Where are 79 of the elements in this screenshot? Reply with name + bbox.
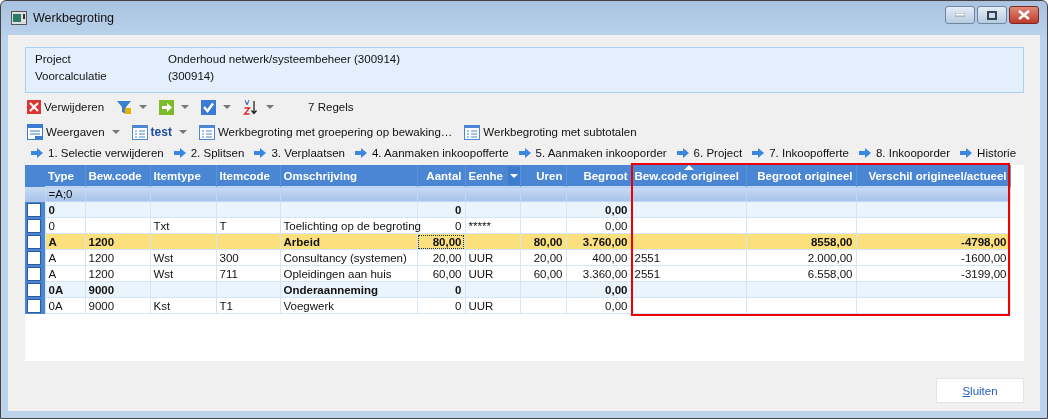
view-button[interactable]: Werkbegroting met subtotalen <box>462 124 639 140</box>
window-title: Werkbegroting <box>33 11 115 25</box>
field-value: (300914) <box>168 70 215 82</box>
column-header[interactable]: Begroot <box>566 165 631 187</box>
delete-icon <box>27 100 41 114</box>
action-link[interactable]: 5. Aanmaken inkooporder <box>518 147 667 159</box>
table-row[interactable]: A 1200 Wst 711 Opleidingen aan huis 60,00 UUR 60,00 3.360,00 2551 6.558,00 -3199,00 <box>25 265 1010 282</box>
arrow-right-icon <box>960 148 973 158</box>
column-header[interactable]: Bew.code origineel <box>631 165 746 187</box>
action-link[interactable]: 8. Inkooporder <box>858 147 951 159</box>
check-button[interactable] <box>199 99 234 115</box>
table-row[interactable]: A 1200 Wst 300 Consultancy (systemen) 20,00 UUR 20,00 400,00 2551 2.000,00 -1600,00 <box>25 249 1010 266</box>
column-header[interactable]: Itemtype <box>150 165 216 187</box>
row-checkbox[interactable] <box>27 250 41 265</box>
maximize-icon <box>987 10 997 20</box>
views-icon <box>27 124 43 140</box>
column-header[interactable]: Aantal <box>417 165 465 187</box>
delete-button[interactable]: Verwijderen <box>25 100 107 114</box>
arrow-right-icon <box>858 148 871 158</box>
field-value: Onderhoud netwerk/systeembeheer (300914) <box>168 53 401 65</box>
sort-indicator-icon <box>683 165 694 170</box>
view-button[interactable]: Werkbegroting met groepering op bewaking… <box>196 124 455 140</box>
arrow-right-icon <box>31 148 43 158</box>
arrow-right-icon <box>173 148 186 158</box>
column-header[interactable]: Itemcode <box>216 165 280 187</box>
arrow-right-icon <box>752 148 765 158</box>
row-checkbox[interactable] <box>27 202 41 217</box>
caret-icon <box>111 130 120 134</box>
close-icon <box>1018 10 1030 20</box>
field-label: Project <box>35 53 72 65</box>
arrow-right-icon <box>676 148 689 158</box>
row-checkbox[interactable] <box>27 266 41 281</box>
action-link[interactable]: Historie <box>960 147 1017 159</box>
filter-icon <box>116 99 133 115</box>
field-label: Voorcalculatie <box>35 70 108 82</box>
row-checkbox[interactable] <box>27 218 41 233</box>
arrow-right-icon <box>354 148 367 158</box>
app-icon <box>11 11 27 25</box>
close-dialog-button[interactable]: Sluiten <box>936 378 1024 403</box>
table-row[interactable]: 0A 9000 Kst T1 Voegwerk 0 UUR 0,00 <box>25 297 1010 314</box>
list-icon <box>198 124 215 140</box>
action-link[interactable]: 1. Selectie verwijderen <box>31 147 164 159</box>
maximize-button[interactable] <box>977 6 1007 24</box>
row-checkbox[interactable] <box>27 282 41 297</box>
column-header[interactable]: Eenhe <box>465 165 520 187</box>
action-link[interactable]: 3. Verplaatsen <box>254 147 345 159</box>
action-link[interactable]: 6. Project <box>676 147 743 159</box>
table-row[interactable]: 0A 9000 Onderaanneming 0 0,00 <box>25 281 1010 298</box>
column-header[interactable]: Omschrijving <box>280 165 417 187</box>
dropdown-icon <box>507 167 520 185</box>
close-button[interactable] <box>1009 6 1039 24</box>
action-link[interactable]: 4. Aanmaken inkoopofferte <box>354 147 509 159</box>
row-checkbox[interactable] <box>27 234 41 249</box>
arrow-right-icon <box>159 99 175 115</box>
row-count: 7 Regels <box>308 101 354 113</box>
action-link[interactable]: 2. Splitsen <box>173 147 245 159</box>
views-button[interactable]: Weergaven <box>25 124 122 140</box>
sort-button[interactable] <box>241 99 277 115</box>
action-link[interactable]: 7. Inkoopofferte <box>752 147 849 159</box>
go-button[interactable] <box>157 99 192 115</box>
list-icon <box>464 124 481 140</box>
checkmark-icon <box>201 99 217 115</box>
sort-icon <box>243 99 260 115</box>
table-row[interactable]: 0 0 0,00 <box>25 201 1010 218</box>
arrow-right-icon <box>518 148 531 158</box>
filter-button[interactable] <box>114 99 150 115</box>
view-button[interactable]: test <box>129 124 189 140</box>
column-header[interactable]: Bew.code <box>85 165 150 187</box>
arrow-right-icon <box>254 148 267 158</box>
minimize-icon <box>955 13 965 17</box>
column-header[interactable]: Uren <box>520 165 566 187</box>
column-header[interactable]: Begroot origineel <box>746 165 856 187</box>
column-header[interactable]: Type <box>45 165 85 187</box>
table-row[interactable]: A 1200 Arbeid 80,00 80,00 3.760,00 8558,00 -4798,00 <box>25 233 1010 250</box>
filter-cell[interactable]: =A;0 <box>45 186 85 202</box>
table-row[interactable]: 0 Txt T Toelichting op de begroting 0 ***** 0,00 <box>25 217 1010 234</box>
row-checkbox[interactable] <box>27 298 41 313</box>
column-header[interactable]: Verschil origineel/actueel <box>856 165 1010 187</box>
list-icon <box>131 124 148 140</box>
